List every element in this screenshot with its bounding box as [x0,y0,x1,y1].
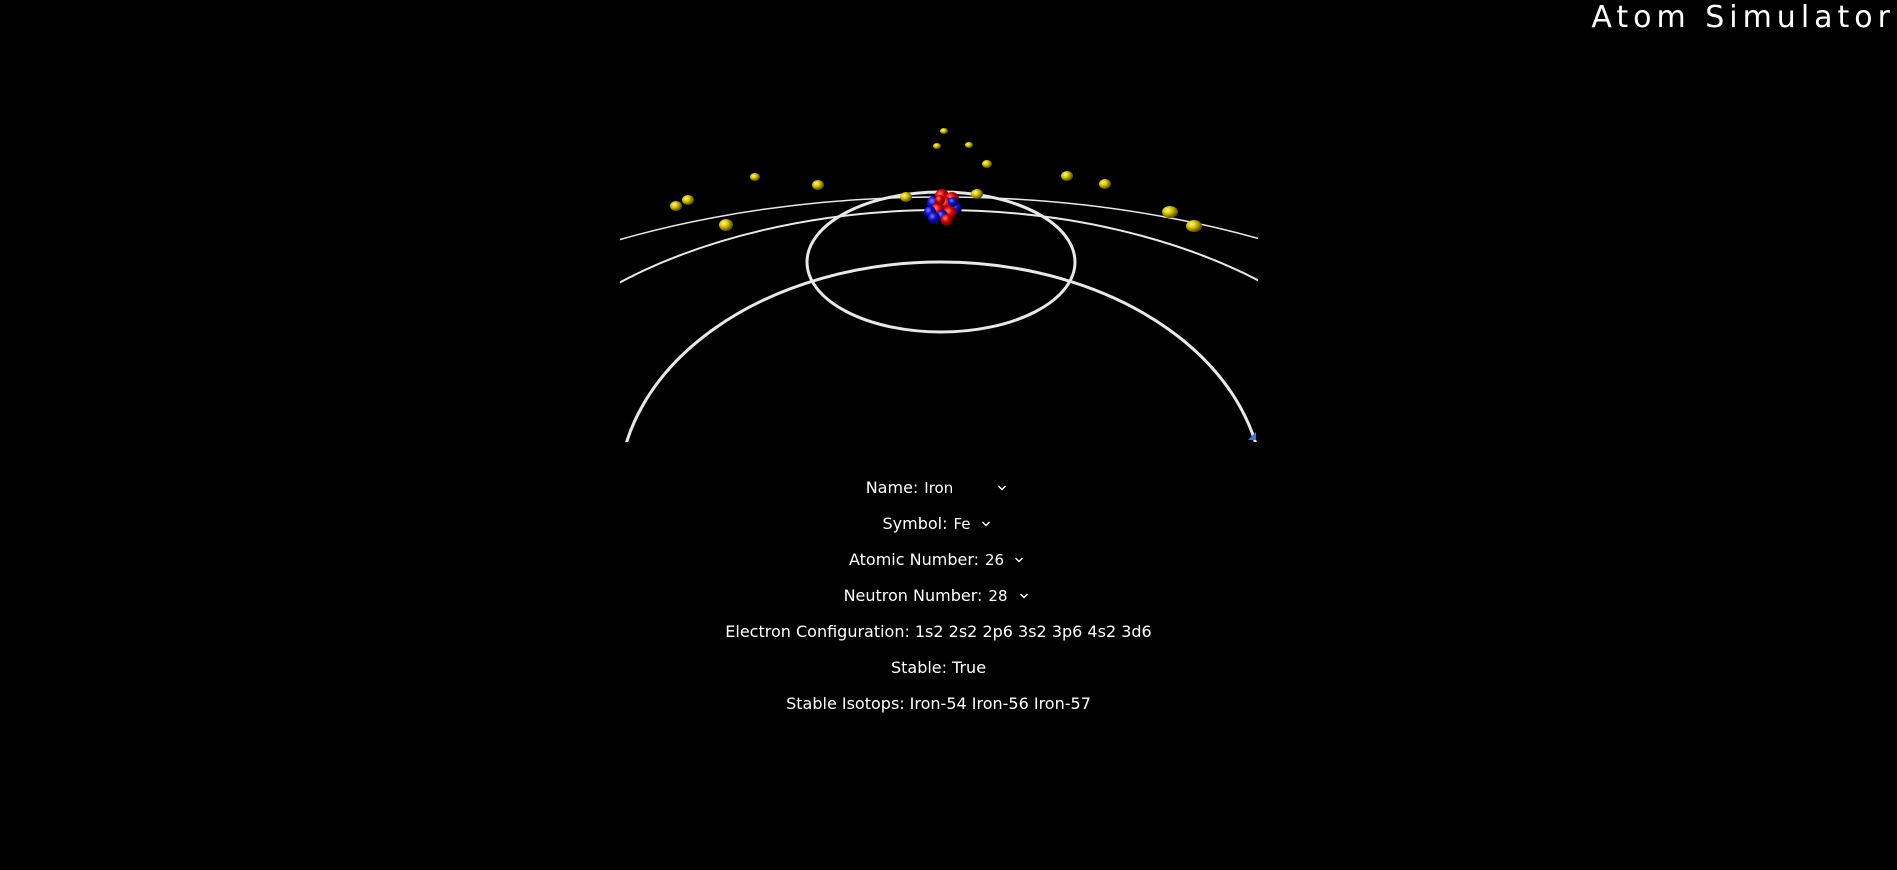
electron-configuration-label: Electron Configuration: [725,622,910,641]
atomic-number-row: Atomic Number: 26 [0,542,1877,578]
electron [1186,220,1202,232]
name-select[interactable]: Iron [923,478,1012,498]
stable-label: Stable: [890,658,948,677]
electron [971,189,983,199]
neutron-number-row: Neutron Number: 28 [0,578,1877,614]
electron [682,195,694,205]
page: Atom Simulator Name: Iron Symbol: Fe Ato… [0,0,1897,870]
neutron-number-label: Neutron Number: [843,586,983,605]
electron-configuration-row: Electron Configuration: 1s2 2s2 2p6 3s2 … [0,614,1877,650]
neutron-number-select-value: 28 [988,587,1008,605]
nucleus [924,189,962,226]
electron [670,201,682,211]
symbol-select-value: Fe [953,515,971,533]
orbit-shell-4 [620,196,1258,241]
resize-handle-icon[interactable] [1248,432,1256,440]
electron [933,143,941,149]
name-label: Name: [865,478,919,497]
app-title: Atom Simulator [1591,0,1895,35]
stable-isotopes-value: Iron-54 Iron-56 Iron-57 [909,694,1091,713]
atom-model [620,128,1258,442]
chevron-down-icon [1020,593,1029,599]
orbit-rings [620,190,1258,442]
chevron-down-icon [998,485,1007,491]
symbol-row: Symbol: Fe [0,506,1877,542]
stable-isotopes-label: Stable Isotops: [786,694,905,713]
orbit-shell-2 [625,260,1257,442]
atomic-number-select[interactable]: 26 [984,550,1029,570]
electron [940,128,948,134]
electron [719,219,733,231]
electron [750,173,760,181]
name-row: Name: Iron [0,470,1877,506]
symbol-label: Symbol: [882,514,948,533]
neutron-number-select[interactable]: 28 [987,586,1034,606]
electron [965,142,973,148]
electron [1061,171,1073,181]
electron [982,160,992,168]
atomic-number-select-value: 26 [985,551,1005,569]
name-select-value: Iron [924,479,954,497]
atom-3d-viewport[interactable] [620,100,1258,442]
chevron-down-icon [981,521,990,527]
stable-isotopes-row: Stable Isotops: Iron-54 Iron-56 Iron-57 [0,686,1877,722]
element-info-panel: Name: Iron Symbol: Fe Atomic Number: 26 … [0,470,1877,722]
stable-value: True [952,658,987,677]
electron-configuration-value: 1s2 2s2 2p6 3s2 3p6 4s2 3d6 [914,622,1152,641]
electron [812,180,824,190]
electron [1162,206,1178,218]
electron [1099,179,1111,189]
stable-row: Stable: True [0,650,1877,686]
electron [900,192,912,202]
chevron-down-icon [1015,557,1024,563]
atomic-number-label: Atomic Number: [848,550,980,569]
symbol-select[interactable]: Fe [952,514,995,534]
